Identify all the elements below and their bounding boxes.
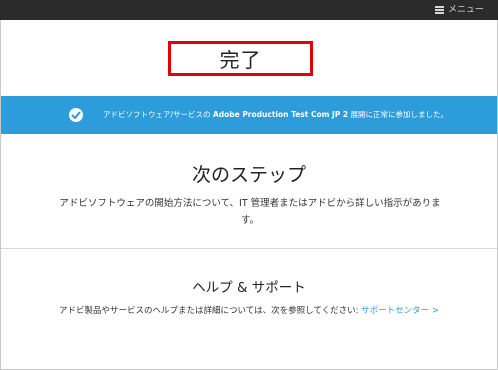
banner-prefix: アドビソフトウェア/サービスの xyxy=(103,110,213,119)
banner-suffix: 展開に正常に参加しました。 xyxy=(348,110,449,119)
check-circle-icon xyxy=(69,108,83,122)
completion-status: 完了 xyxy=(168,41,313,76)
menu-label: メニュー xyxy=(447,5,484,15)
organization-name: Adobe Production Test Com JP 2 xyxy=(212,110,349,119)
success-banner: アドビソフトウェア/サービスの Adobe Production Test Co… xyxy=(1,96,497,134)
section-divider xyxy=(1,248,497,249)
support-center-link[interactable]: サポートセンター > xyxy=(361,306,439,316)
next-steps-title: 次のステップ xyxy=(191,164,306,186)
next-steps-line-2: す。 xyxy=(240,215,260,226)
hamburger-icon xyxy=(434,6,444,14)
completion-title: 完了 xyxy=(219,48,262,72)
help-support-title: ヘルプ & サポート xyxy=(192,280,306,296)
help-description: アドビ製品やサービスのヘルプまたは詳細については、次を参照してください: xyxy=(59,306,362,316)
menu-button[interactable]: メニュー xyxy=(434,3,484,17)
top-bar: メニュー xyxy=(0,0,498,20)
next-steps-line-1: アドビソフトウェアの開始方法について、IT 管理者またはアドビから詳しい指示があ… xyxy=(59,198,441,209)
banner-message: アドビソフトウェア/サービスの Adobe Production Test Co… xyxy=(103,108,448,122)
next-steps-description: アドビソフトウェアの開始方法について、IT 管理者またはアドビから詳しい指示があ… xyxy=(30,195,470,229)
help-support-text: アドビ製品やサービスのヘルプまたは詳細については、次を参照してください: サポー… xyxy=(0,304,498,316)
